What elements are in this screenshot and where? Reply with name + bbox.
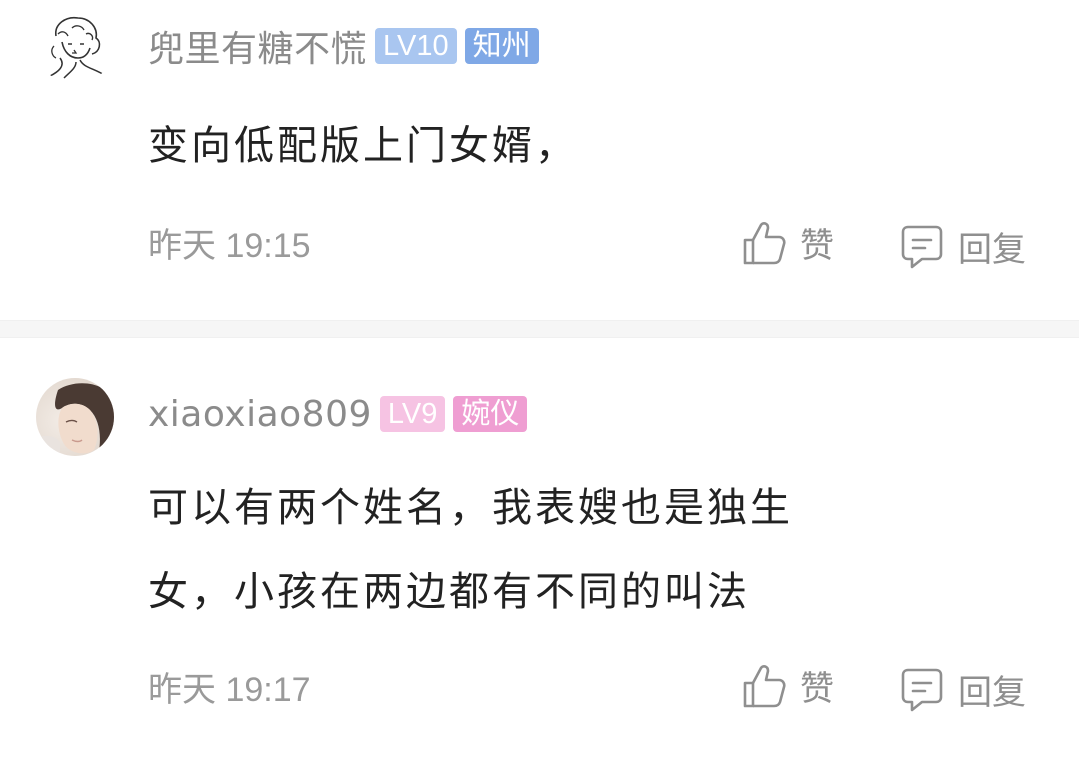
timestamp-day: 昨天 [148,670,216,710]
comment-text: 变向低配版上门女婿， [148,104,988,188]
like-label: 赞 [800,226,834,266]
comment-line: 可以有两个姓名，我表嫂也是独生 [148,485,793,531]
comment-item: 兜里有糖不慌 LV10 知州 变向低配版上门女婿， 昨天 19:15 赞 回复 [0,0,1079,320]
timestamp-day: 昨天 [148,226,216,266]
like-button[interactable]: 赞 [742,218,834,267]
reply-label: 回复 [958,673,1026,713]
photo-portrait-icon [36,378,114,456]
username[interactable]: xiaoxiao809 [148,394,372,435]
avatar[interactable] [36,6,114,84]
comment-line: 女，小孩在两边都有不同的叫法 [148,569,750,615]
username[interactable]: 兜里有糖不慌 [148,20,367,72]
comment-item: xiaoxiao809 LV9 婉仪 可以有两个姓名，我表嫂也是独生 女，小孩在… [0,336,1079,757]
level-badge: LV10 [375,28,457,64]
sketch-portrait-icon [36,6,114,84]
reply-button[interactable]: 回复 [900,222,1026,271]
thumbs-up-icon [743,221,786,264]
reply-button[interactable]: 回复 [900,665,1026,714]
like-label: 赞 [800,669,834,709]
thumbs-up-icon [743,664,786,707]
level-badge: LV9 [379,396,446,432]
timestamp-time: 19:15 [225,227,311,265]
title-badge: 婉仪 [453,396,528,432]
comment-bubble-icon [901,225,943,268]
avatar[interactable] [36,378,114,456]
comment-header: 兜里有糖不慌 LV10 知州 [148,25,539,70]
comment-line: 变向低配版上门女婿， [148,123,578,169]
like-button[interactable]: 赞 [742,661,834,710]
reply-label: 回复 [958,230,1026,270]
timestamp: 昨天 19:15 [148,218,311,267]
comment-text: 可以有两个姓名，我表嫂也是独生 女，小孩在两边都有不同的叫法 [148,466,988,634]
comment-bubble-icon [901,668,943,711]
title-badge: 知州 [464,28,539,64]
comment-header: xiaoxiao809 LV9 婉仪 [148,393,528,435]
timestamp-time: 19:17 [225,671,311,709]
timestamp: 昨天 19:17 [148,662,311,711]
